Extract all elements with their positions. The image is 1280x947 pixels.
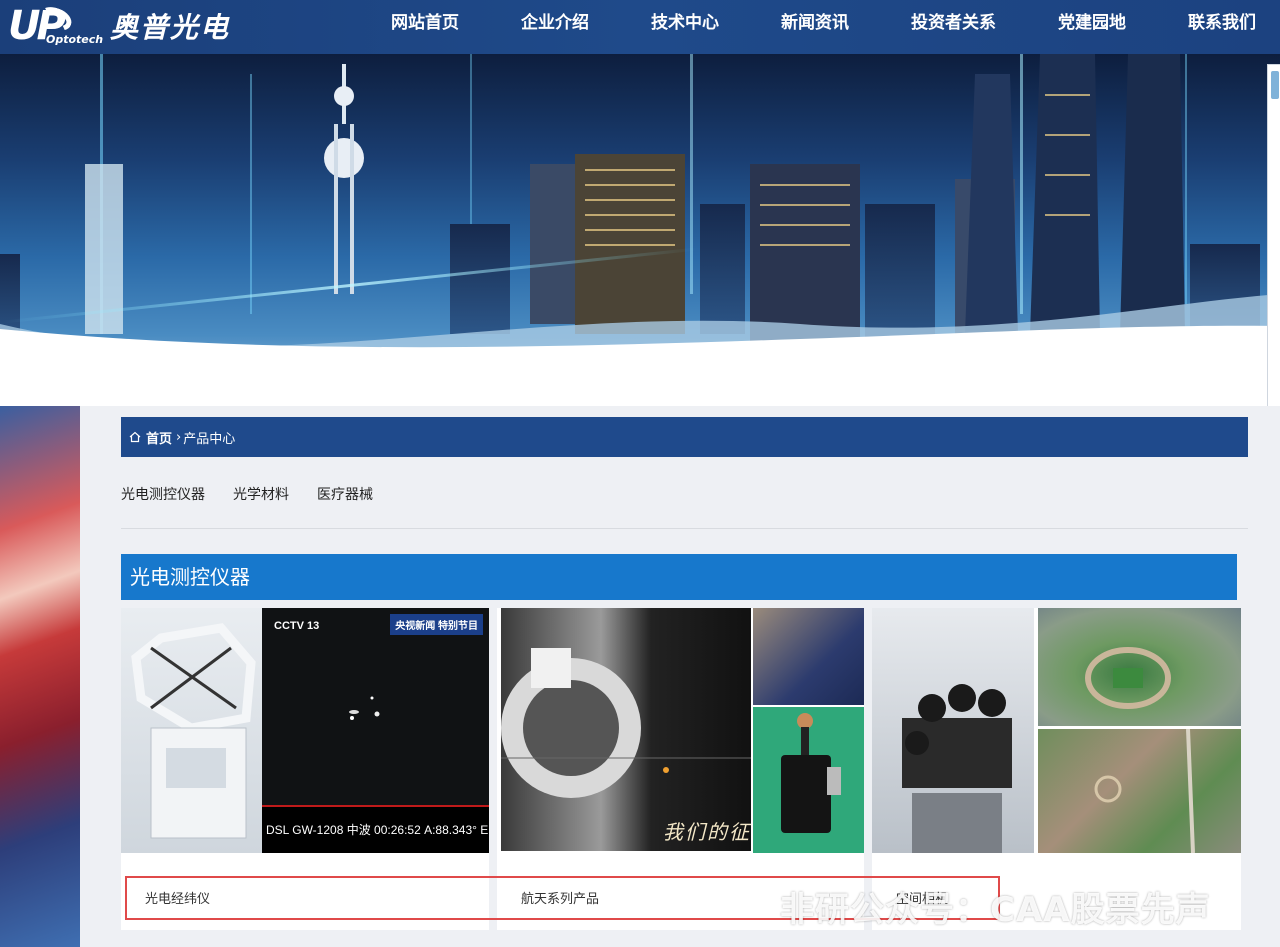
city-skyline-image [0, 54, 1280, 406]
tv-telemetry-readout: DSL GW-1208 中波 00:26:52 A:88.343° E:27.9… [262, 805, 489, 853]
site-logo[interactable]: UP Optotech 奥普光电 [8, 2, 231, 48]
breadcrumb-home-link[interactable]: 首页 [146, 428, 172, 447]
breadcrumb-current: 产品中心 [183, 431, 236, 447]
tabs-divider [121, 528, 1248, 529]
logo-company-name: 奥普光电 [110, 11, 231, 44]
tab-optical-materials[interactable]: 光学材料 [233, 484, 289, 504]
side-panel-icon [1271, 71, 1279, 99]
tab-medical-devices[interactable]: 医疗器械 [317, 484, 373, 504]
product-label-theodolite[interactable]: 光电经纬仪 [145, 888, 210, 907]
home-icon [129, 431, 141, 443]
main-nav: 网站首页 企业介绍 技术中心 新闻资讯 投资者关系 党建园地 联系我们 [360, 0, 1280, 54]
theodolite-photo [121, 608, 262, 853]
tab-optoelectronic-instruments[interactable]: 光电测控仪器 [121, 484, 205, 504]
nav-item-home[interactable]: 网站首页 [360, 0, 490, 46]
main-content: 首页 › 产品中心 光电测控仪器 光学材料 医疗器械 光电测控仪器 CCTV 1… [80, 406, 1280, 947]
nav-item-news[interactable]: 新闻资讯 [750, 0, 880, 46]
nav-item-contact[interactable]: 联系我们 [1157, 0, 1280, 46]
video-caption: 我们的征途 [663, 820, 751, 851]
decorative-background-strip [0, 406, 80, 947]
product-image-aerospace: 我们的征途 [497, 608, 864, 853]
nav-item-about[interactable]: 企业介绍 [490, 0, 620, 46]
category-tabs: 光电测控仪器 光学材料 医疗器械 [121, 484, 373, 504]
wechat-watermark: 非研公众号：CAA股票先声 [780, 890, 1211, 930]
satellite-image-stadium [1038, 608, 1241, 726]
logo-subtitle: Optotech [46, 33, 104, 46]
nav-item-tech[interactable]: 技术中心 [620, 0, 750, 46]
logo-mark: UP Optotech [8, 2, 104, 48]
breadcrumb-separator: › [176, 429, 182, 445]
astronaut-photo [753, 608, 864, 705]
breadcrumb: 首页 › 产品中心 [121, 417, 1248, 457]
joystick-photo [753, 707, 864, 853]
satellite-image-city [1038, 729, 1241, 853]
docking-camera-frame: 我们的征途 [501, 608, 751, 851]
product-image-space-camera [872, 608, 1241, 853]
nav-item-investors[interactable]: 投资者关系 [880, 0, 1027, 46]
multi-lens-camera-photo [872, 608, 1034, 853]
site-header: UP Optotech 奥普光电 网站首页 企业介绍 技术中心 新闻资讯 投资者… [0, 0, 1280, 54]
section-title: 光电测控仪器 [121, 554, 1237, 600]
product-image-theodolite: CCTV 13 央视新闻 特别节目 DSL GW-1208 中波 00:26:5… [121, 608, 489, 853]
product-label-aerospace[interactable]: 航天系列产品 [521, 888, 599, 907]
hero-banner [0, 54, 1280, 406]
nav-item-party[interactable]: 党建园地 [1027, 0, 1157, 46]
tv-broadcast-screenshot: CCTV 13 央视新闻 特别节目 DSL GW-1208 中波 00:26:5… [262, 608, 489, 853]
product-card-theodolite[interactable]: CCTV 13 央视新闻 特别节目 DSL GW-1208 中波 00:26:5… [121, 608, 489, 930]
